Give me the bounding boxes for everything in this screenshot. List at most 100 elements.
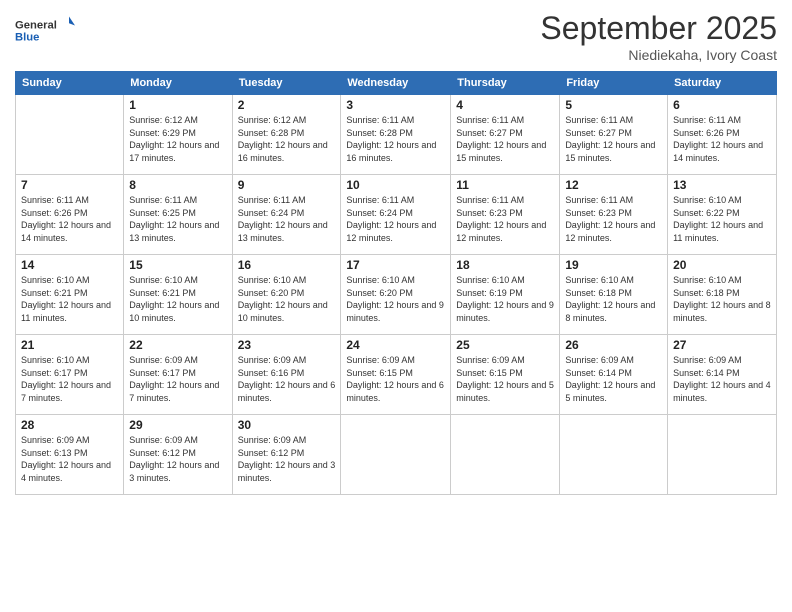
day-info: Sunrise: 6:10 AM Sunset: 6:20 PM Dayligh… <box>346 274 445 324</box>
day-number: 13 <box>673 178 771 192</box>
calendar-cell: 12 Sunrise: 6:11 AM Sunset: 6:23 PM Dayl… <box>560 175 668 255</box>
day-number: 23 <box>238 338 336 352</box>
day-number: 29 <box>129 418 226 432</box>
days-header-row: Sunday Monday Tuesday Wednesday Thursday… <box>16 72 777 95</box>
header-sunday: Sunday <box>16 72 124 95</box>
day-number: 24 <box>346 338 445 352</box>
day-number: 9 <box>238 178 336 192</box>
day-number: 26 <box>565 338 662 352</box>
day-info: Sunrise: 6:09 AM Sunset: 6:16 PM Dayligh… <box>238 354 336 404</box>
calendar-cell: 20 Sunrise: 6:10 AM Sunset: 6:18 PM Dayl… <box>668 255 777 335</box>
calendar-cell: 1 Sunrise: 6:12 AM Sunset: 6:29 PM Dayli… <box>124 95 232 175</box>
calendar-cell: 7 Sunrise: 6:11 AM Sunset: 6:26 PM Dayli… <box>16 175 124 255</box>
calendar-cell: 3 Sunrise: 6:11 AM Sunset: 6:28 PM Dayli… <box>341 95 451 175</box>
day-info: Sunrise: 6:11 AM Sunset: 6:23 PM Dayligh… <box>565 194 662 244</box>
calendar-cell: 26 Sunrise: 6:09 AM Sunset: 6:14 PM Dayl… <box>560 335 668 415</box>
day-number: 11 <box>456 178 554 192</box>
day-info: Sunrise: 6:09 AM Sunset: 6:12 PM Dayligh… <box>238 434 336 484</box>
day-info: Sunrise: 6:11 AM Sunset: 6:26 PM Dayligh… <box>21 194 118 244</box>
day-number: 3 <box>346 98 445 112</box>
page: General Blue September 2025 Niediekaha, … <box>0 0 792 612</box>
day-info: Sunrise: 6:12 AM Sunset: 6:29 PM Dayligh… <box>129 114 226 164</box>
calendar-cell <box>560 415 668 495</box>
calendar-cell <box>451 415 560 495</box>
day-info: Sunrise: 6:09 AM Sunset: 6:14 PM Dayligh… <box>673 354 771 404</box>
calendar-table: Sunday Monday Tuesday Wednesday Thursday… <box>15 71 777 495</box>
calendar-cell: 22 Sunrise: 6:09 AM Sunset: 6:17 PM Dayl… <box>124 335 232 415</box>
day-info: Sunrise: 6:11 AM Sunset: 6:23 PM Dayligh… <box>456 194 554 244</box>
day-info: Sunrise: 6:10 AM Sunset: 6:21 PM Dayligh… <box>129 274 226 324</box>
day-info: Sunrise: 6:10 AM Sunset: 6:18 PM Dayligh… <box>565 274 662 324</box>
calendar-cell: 10 Sunrise: 6:11 AM Sunset: 6:24 PM Dayl… <box>341 175 451 255</box>
day-number: 20 <box>673 258 771 272</box>
day-info: Sunrise: 6:10 AM Sunset: 6:20 PM Dayligh… <box>238 274 336 324</box>
day-number: 30 <box>238 418 336 432</box>
calendar-cell: 30 Sunrise: 6:09 AM Sunset: 6:12 PM Dayl… <box>232 415 341 495</box>
day-info: Sunrise: 6:09 AM Sunset: 6:17 PM Dayligh… <box>129 354 226 404</box>
day-number: 28 <box>21 418 118 432</box>
day-number: 17 <box>346 258 445 272</box>
header-friday: Friday <box>560 72 668 95</box>
header: General Blue September 2025 Niediekaha, … <box>15 10 777 63</box>
location-subtitle: Niediekaha, Ivory Coast <box>540 47 777 63</box>
calendar-cell: 21 Sunrise: 6:10 AM Sunset: 6:17 PM Dayl… <box>16 335 124 415</box>
calendar-cell: 2 Sunrise: 6:12 AM Sunset: 6:28 PM Dayli… <box>232 95 341 175</box>
day-number: 1 <box>129 98 226 112</box>
day-number: 10 <box>346 178 445 192</box>
day-number: 7 <box>21 178 118 192</box>
day-info: Sunrise: 6:11 AM Sunset: 6:24 PM Dayligh… <box>346 194 445 244</box>
day-number: 12 <box>565 178 662 192</box>
day-info: Sunrise: 6:10 AM Sunset: 6:18 PM Dayligh… <box>673 274 771 324</box>
day-info: Sunrise: 6:10 AM Sunset: 6:19 PM Dayligh… <box>456 274 554 324</box>
calendar-cell: 14 Sunrise: 6:10 AM Sunset: 6:21 PM Dayl… <box>16 255 124 335</box>
calendar-cell <box>668 415 777 495</box>
day-number: 6 <box>673 98 771 112</box>
logo-svg: General Blue <box>15 10 75 50</box>
calendar-cell: 4 Sunrise: 6:11 AM Sunset: 6:27 PM Dayli… <box>451 95 560 175</box>
calendar-cell: 27 Sunrise: 6:09 AM Sunset: 6:14 PM Dayl… <box>668 335 777 415</box>
day-number: 19 <box>565 258 662 272</box>
day-info: Sunrise: 6:11 AM Sunset: 6:25 PM Dayligh… <box>129 194 226 244</box>
calendar-cell: 24 Sunrise: 6:09 AM Sunset: 6:15 PM Dayl… <box>341 335 451 415</box>
calendar-cell: 25 Sunrise: 6:09 AM Sunset: 6:15 PM Dayl… <box>451 335 560 415</box>
day-number: 21 <box>21 338 118 352</box>
header-tuesday: Tuesday <box>232 72 341 95</box>
day-number: 16 <box>238 258 336 272</box>
day-number: 2 <box>238 98 336 112</box>
calendar-cell: 5 Sunrise: 6:11 AM Sunset: 6:27 PM Dayli… <box>560 95 668 175</box>
day-number: 27 <box>673 338 771 352</box>
day-info: Sunrise: 6:10 AM Sunset: 6:17 PM Dayligh… <box>21 354 118 404</box>
calendar-cell: 17 Sunrise: 6:10 AM Sunset: 6:20 PM Dayl… <box>341 255 451 335</box>
calendar-cell: 16 Sunrise: 6:10 AM Sunset: 6:20 PM Dayl… <box>232 255 341 335</box>
svg-text:Blue: Blue <box>15 32 39 44</box>
logo: General Blue <box>15 10 75 50</box>
calendar-cell: 9 Sunrise: 6:11 AM Sunset: 6:24 PM Dayli… <box>232 175 341 255</box>
day-info: Sunrise: 6:10 AM Sunset: 6:22 PM Dayligh… <box>673 194 771 244</box>
calendar-cell <box>16 95 124 175</box>
header-wednesday: Wednesday <box>341 72 451 95</box>
header-saturday: Saturday <box>668 72 777 95</box>
calendar-cell: 28 Sunrise: 6:09 AM Sunset: 6:13 PM Dayl… <box>16 415 124 495</box>
header-thursday: Thursday <box>451 72 560 95</box>
calendar-cell: 15 Sunrise: 6:10 AM Sunset: 6:21 PM Dayl… <box>124 255 232 335</box>
calendar-cell <box>341 415 451 495</box>
day-number: 14 <box>21 258 118 272</box>
day-number: 8 <box>129 178 226 192</box>
day-number: 5 <box>565 98 662 112</box>
calendar-cell: 19 Sunrise: 6:10 AM Sunset: 6:18 PM Dayl… <box>560 255 668 335</box>
day-info: Sunrise: 6:11 AM Sunset: 6:27 PM Dayligh… <box>565 114 662 164</box>
calendar-cell: 29 Sunrise: 6:09 AM Sunset: 6:12 PM Dayl… <box>124 415 232 495</box>
day-number: 25 <box>456 338 554 352</box>
day-info: Sunrise: 6:09 AM Sunset: 6:15 PM Dayligh… <box>456 354 554 404</box>
calendar-cell: 8 Sunrise: 6:11 AM Sunset: 6:25 PM Dayli… <box>124 175 232 255</box>
day-info: Sunrise: 6:11 AM Sunset: 6:26 PM Dayligh… <box>673 114 771 164</box>
day-number: 18 <box>456 258 554 272</box>
header-monday: Monday <box>124 72 232 95</box>
day-number: 15 <box>129 258 226 272</box>
calendar-cell: 11 Sunrise: 6:11 AM Sunset: 6:23 PM Dayl… <box>451 175 560 255</box>
svg-text:General: General <box>15 20 57 32</box>
day-info: Sunrise: 6:09 AM Sunset: 6:12 PM Dayligh… <box>129 434 226 484</box>
calendar-cell: 6 Sunrise: 6:11 AM Sunset: 6:26 PM Dayli… <box>668 95 777 175</box>
calendar-cell: 23 Sunrise: 6:09 AM Sunset: 6:16 PM Dayl… <box>232 335 341 415</box>
day-info: Sunrise: 6:09 AM Sunset: 6:13 PM Dayligh… <box>21 434 118 484</box>
